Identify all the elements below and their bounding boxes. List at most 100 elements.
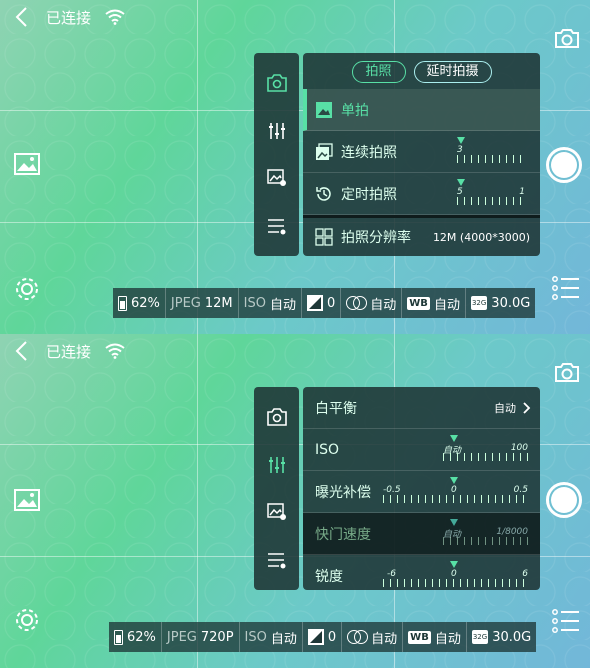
menu-image-settings[interactable] (263, 498, 291, 526)
slider-ticks (443, 453, 528, 461)
slider-marker (457, 179, 465, 186)
option-exposure[interactable]: 曝光补偿 -0.5 0 0.5 (303, 471, 540, 513)
status-storage: 32G 30.0G (466, 288, 535, 318)
iso-label: ISO (243, 295, 266, 311)
menu-image-settings[interactable] (263, 164, 291, 192)
option-shutter-speed: 快门速度 自动 1/8000 (303, 513, 540, 555)
wifi-icon (105, 343, 125, 359)
menu-more[interactable] (263, 212, 291, 240)
sliders-icon (268, 456, 285, 473)
exposure-icon (306, 295, 323, 311)
shutter-button[interactable] (546, 147, 582, 183)
chevron-right-icon (523, 401, 531, 414)
back-icon[interactable] (12, 340, 32, 362)
camera-switch-icon[interactable] (554, 361, 580, 383)
slider-marker (457, 137, 465, 144)
sd-card-icon: 32G (470, 296, 488, 310)
shutter-button[interactable] (546, 482, 582, 518)
option-label: 曝光补偿 (315, 484, 371, 501)
timer-slider[interactable]: 5 1 (457, 179, 525, 209)
format-label: JPEG (170, 295, 201, 311)
top-bar: 已连接 (12, 340, 125, 362)
gallery-icon[interactable] (14, 489, 40, 511)
status-wb: WB 自动 (403, 622, 467, 652)
battery-level: 62% (127, 629, 156, 645)
slider-mid: 0 (451, 569, 457, 579)
option-burst[interactable]: 连续拍照 3 (303, 131, 540, 173)
slider-value: 3 (457, 145, 463, 155)
exposure-icon (307, 629, 324, 645)
timer-icon (316, 186, 331, 201)
option-white-balance[interactable]: 白平衡 自动 (303, 387, 540, 429)
tab-photo[interactable]: 拍照 (351, 61, 406, 83)
settings-side-menu (254, 53, 299, 256)
menu-camera[interactable] (263, 69, 291, 97)
ev-value: 0 (326, 295, 336, 311)
status-format: JPEG 720P (162, 622, 240, 652)
slider-ticks (457, 197, 525, 205)
status-filter: 自动 (341, 288, 403, 318)
format-size: 12M (204, 295, 233, 311)
tab-timelapse[interactable]: 延时拍摄 (413, 61, 492, 83)
gallery-icon[interactable] (14, 153, 40, 175)
slider-marker (450, 519, 458, 526)
mode-tabs: 拍照 延时拍摄 (303, 53, 540, 89)
format-label: JPEG (166, 629, 197, 645)
iso-slider[interactable]: 自动 100 (383, 435, 528, 465)
option-label: 单拍 (341, 102, 369, 119)
option-sharpness[interactable]: 锐度 -6 0 6 (303, 555, 540, 590)
status-format: JPEG 12M (166, 288, 239, 318)
back-icon[interactable] (12, 6, 32, 28)
wb-value: 自动 (434, 631, 461, 647)
option-iso[interactable]: ISO 自动 100 (303, 429, 540, 471)
option-resolution[interactable]: 拍照分辨率 12M (4000*3000) (303, 215, 540, 256)
exposure-slider[interactable]: -0.5 0 0.5 (383, 477, 528, 507)
slider-ticks (383, 579, 528, 587)
wb-icon: WB (408, 630, 431, 644)
top-bar: 已连接 (12, 6, 125, 28)
image-settings-icon (266, 503, 286, 521)
option-single-shot[interactable]: 单拍 (303, 89, 540, 131)
settings-icon[interactable] (14, 276, 40, 302)
iso-label: ISO (244, 629, 267, 645)
option-label: 连续拍照 (341, 144, 397, 161)
status-iso: ISO 自动 (239, 288, 302, 318)
wb-value: 自动 (433, 297, 460, 313)
sd-card-icon: 32G (471, 630, 489, 644)
more-settings-icon (267, 219, 285, 235)
slider-min: -6 (387, 569, 396, 579)
option-label: 白平衡 (315, 400, 357, 417)
burst-count-slider[interactable]: 3 (457, 137, 525, 167)
menu-camera[interactable] (263, 403, 291, 431)
slider-max: 1 (519, 187, 525, 197)
filter-value: 自动 (371, 631, 398, 647)
more-settings-icon (267, 553, 285, 569)
wb-current-value: 自动 (494, 401, 516, 415)
connection-status: 已连接 (46, 342, 92, 361)
slider-ticks (443, 537, 528, 545)
storage-remaining: 30.0G (491, 295, 531, 311)
camera-switch-icon[interactable] (554, 27, 580, 49)
option-timer[interactable]: 定时拍照 5 1 (303, 173, 540, 215)
slider-min: -0.5 (383, 485, 401, 495)
menu-list-icon[interactable] (552, 274, 580, 302)
slider-ticks (383, 495, 528, 503)
settings-icon[interactable] (14, 607, 40, 633)
status-bar: 62% JPEG 720P ISO 自动 0 自动 WB 自动 32G 30.0G (109, 622, 537, 652)
slider-min: 5 (457, 187, 463, 197)
filter-icon (346, 296, 368, 310)
menu-more[interactable] (263, 546, 291, 574)
menu-list-icon[interactable] (552, 607, 580, 635)
status-battery: 62% (109, 622, 162, 652)
sharpness-slider[interactable]: -6 0 6 (383, 561, 528, 590)
camera-icon (266, 74, 287, 92)
menu-adjust[interactable] (263, 451, 291, 479)
battery-icon (118, 295, 127, 311)
status-wb: WB 自动 (402, 288, 466, 318)
slider-marker (450, 561, 458, 568)
shutter-slider: 自动 1/8000 (383, 519, 528, 549)
slider-marker (450, 435, 458, 442)
menu-adjust[interactable] (263, 117, 291, 145)
resolution-value: 12M (4000*3000) (432, 230, 530, 244)
iso-value: 自动 (270, 631, 297, 647)
